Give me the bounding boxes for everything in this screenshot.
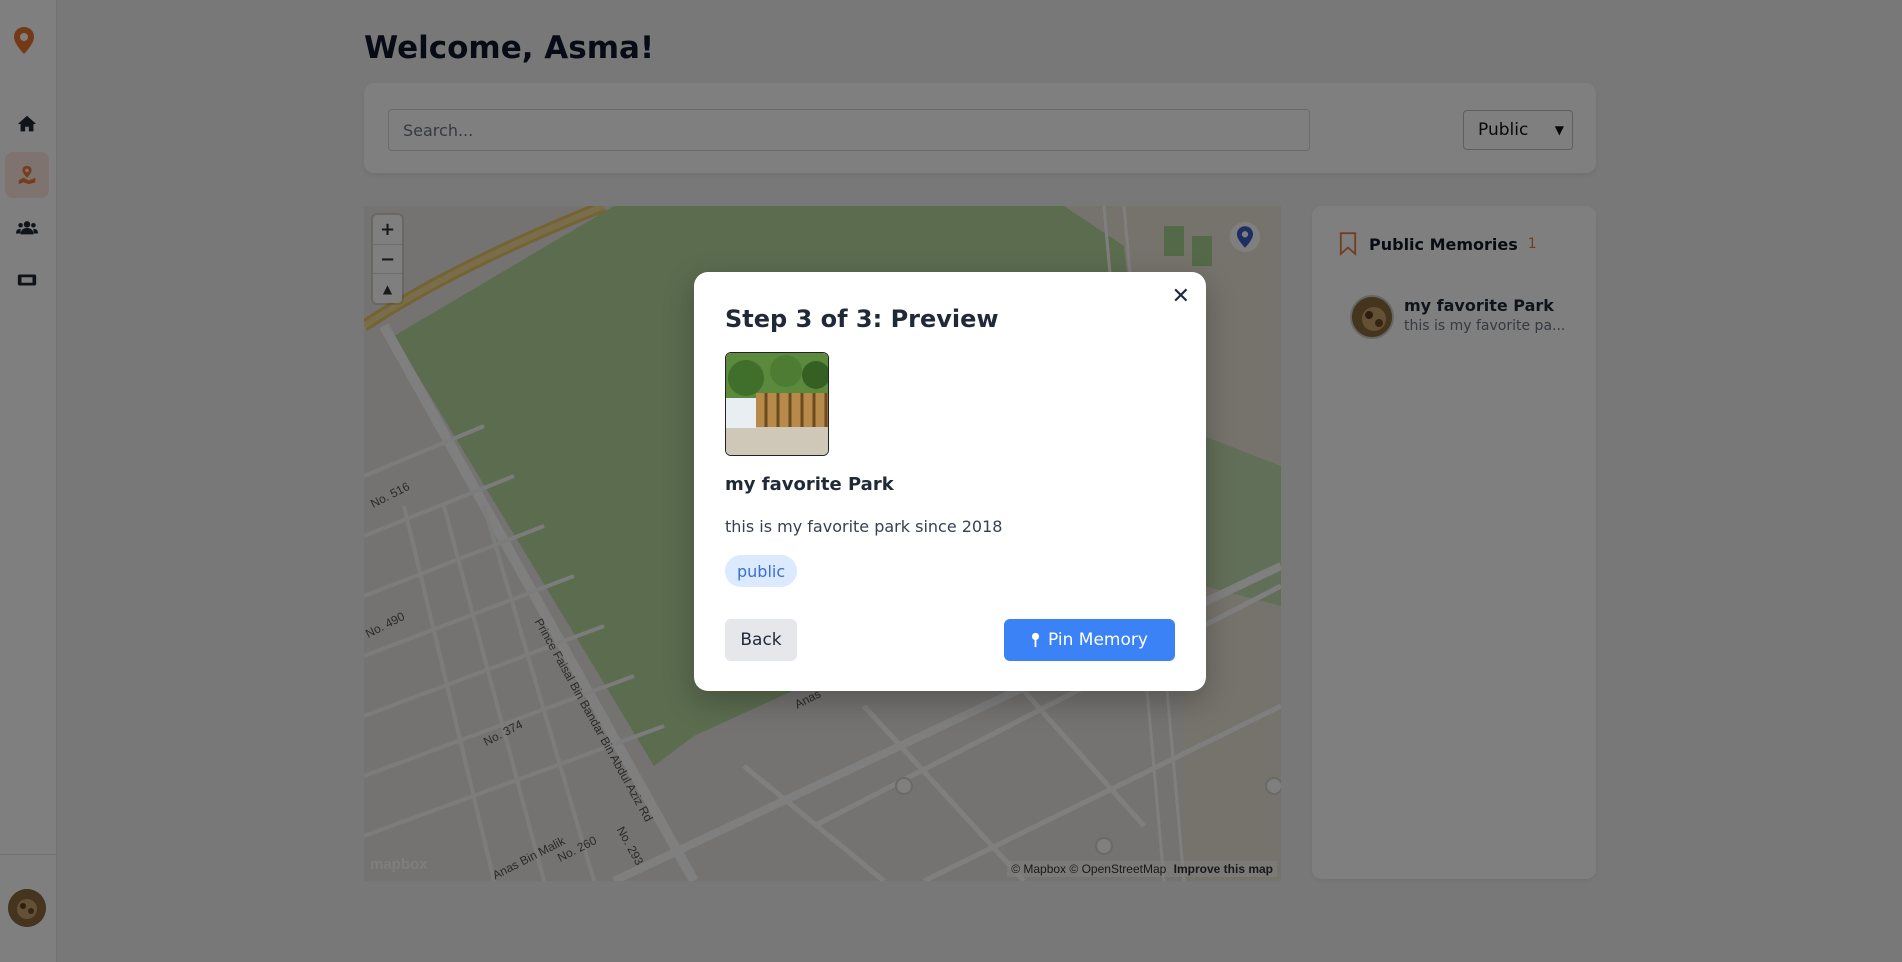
- pin-memory-label: Pin Memory: [1048, 630, 1148, 650]
- memory-name: my favorite Park: [725, 474, 894, 495]
- close-icon[interactable]: ✕: [1172, 284, 1190, 309]
- modal-title: Step 3 of 3: Preview: [725, 305, 999, 333]
- memory-photo: [725, 352, 829, 456]
- back-button[interactable]: Back: [725, 619, 797, 661]
- pin-memory-button[interactable]: Pin Memory: [1004, 619, 1175, 661]
- memory-description: this is my favorite park since 2018: [725, 517, 1003, 536]
- preview-modal: ✕ Step 3 of 3: Preview my favorite Park …: [694, 272, 1206, 691]
- pin-icon: [1031, 632, 1040, 648]
- visibility-badge: public: [725, 555, 798, 587]
